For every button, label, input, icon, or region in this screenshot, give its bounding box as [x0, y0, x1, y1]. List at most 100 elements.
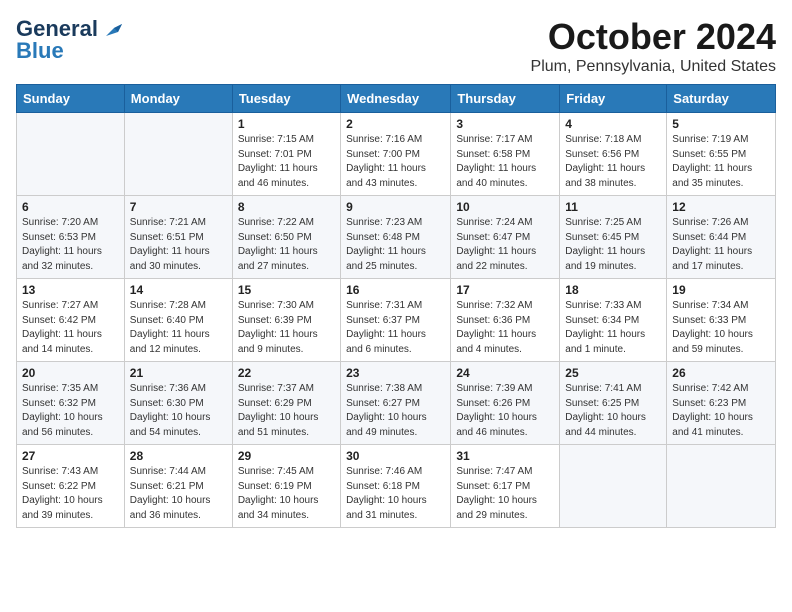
day-info: Sunrise: 7:15 AMSunset: 7:01 PMDaylight:… — [238, 133, 335, 191]
day-number: 6 — [22, 200, 119, 214]
day-number: 18 — [565, 283, 661, 297]
logo: General Blue — [16, 16, 122, 64]
calendar-cell: 7Sunrise: 7:21 AMSunset: 6:51 PMDaylight… — [124, 196, 232, 279]
calendar-cell: 31Sunrise: 7:47 AMSunset: 6:17 PMDayligh… — [451, 445, 560, 528]
calendar-cell: 5 Sunrise: 7:19 AMSunset: 6:55 PMDaylight… — [667, 113, 776, 196]
day-info: Sunrise: 7:36 AMSunset: 6:30 PMDaylight:… — [130, 382, 227, 440]
day-info: Sunrise: 7:24 AMSunset: 6:47 PMDaylight:… — [456, 216, 554, 274]
calendar-cell: 20 Sunrise: 7:35 AMSunset: 6:32 PMDayligh… — [17, 362, 125, 445]
day-info: Sunrise: 7:42 AMSunset: 6:23 PMDaylight:… — [672, 382, 770, 440]
day-info: Sunrise: 7:22 AMSunset: 6:50 PMDaylight:… — [238, 216, 335, 274]
day-number: 10 — [456, 200, 554, 214]
day-number: 9 — [346, 200, 445, 214]
calendar-cell — [124, 113, 232, 196]
day-number: 21 — [130, 366, 227, 380]
calendar-cell: 17 Sunrise: 7:32 AMSunset: 6:36 PMDayligh… — [451, 279, 560, 362]
calendar-cell: 27 Sunrise: 7:43 AMSunset: 6:22 PMDayligh… — [17, 445, 125, 528]
day-info: Sunrise: 7:19 AMSunset: 6:55 PMDaylight:… — [672, 133, 770, 191]
day-number: 27 — [22, 449, 119, 463]
calendar-cell — [667, 445, 776, 528]
day-number: 7 — [130, 200, 227, 214]
day-info: Sunrise: 7:20 AMSunset: 6:53 PMDaylight:… — [22, 216, 119, 274]
weekday-header: Monday — [124, 85, 232, 113]
day-number: 19 — [672, 283, 770, 297]
calendar-cell: 4 Sunrise: 7:18 AMSunset: 6:56 PMDaylight… — [560, 113, 667, 196]
day-info: Sunrise: 7:32 AMSunset: 6:36 PMDaylight:… — [456, 299, 554, 357]
calendar-week-row: 27 Sunrise: 7:43 AMSunset: 6:22 PMDayligh… — [17, 445, 776, 528]
day-info: Sunrise: 7:18 AMSunset: 6:56 PMDaylight:… — [565, 133, 661, 191]
day-number: 23 — [346, 366, 445, 380]
day-info: Sunrise: 7:38 AMSunset: 6:27 PMDaylight:… — [346, 382, 445, 440]
day-number: 16 — [346, 283, 445, 297]
calendar-week-row: 1 Sunrise: 7:15 AMSunset: 7:01 PMDaylight… — [17, 113, 776, 196]
calendar-cell: 2 Sunrise: 7:16 AMSunset: 7:00 PMDaylight… — [341, 113, 451, 196]
day-info: Sunrise: 7:41 AMSunset: 6:25 PMDaylight:… — [565, 382, 661, 440]
day-info: Sunrise: 7:45 AMSunset: 6:19 PMDaylight:… — [238, 465, 335, 523]
day-number: 11 — [565, 200, 661, 214]
day-number: 8 — [238, 200, 335, 214]
calendar-week-row: 20 Sunrise: 7:35 AMSunset: 6:32 PMDayligh… — [17, 362, 776, 445]
day-number: 3 — [456, 117, 554, 131]
calendar-cell: 11 Sunrise: 7:25 AMSunset: 6:45 PMDayligh… — [560, 196, 667, 279]
calendar-cell: 26 Sunrise: 7:42 AMSunset: 6:23 PMDayligh… — [667, 362, 776, 445]
calendar-cell: 22 Sunrise: 7:37 AMSunset: 6:29 PMDayligh… — [232, 362, 340, 445]
day-info: Sunrise: 7:46 AMSunset: 6:18 PMDaylight:… — [346, 465, 445, 523]
month-title: October 2024 — [531, 16, 776, 58]
logo-bird-icon — [100, 18, 122, 40]
day-info: Sunrise: 7:16 AMSunset: 7:00 PMDaylight:… — [346, 133, 445, 191]
weekday-header: Wednesday — [341, 85, 451, 113]
day-info: Sunrise: 7:39 AMSunset: 6:26 PMDaylight:… — [456, 382, 554, 440]
day-info: Sunrise: 7:44 AMSunset: 6:21 PMDaylight:… — [130, 465, 227, 523]
calendar-cell: 3Sunrise: 7:17 AMSunset: 6:58 PMDaylight… — [451, 113, 560, 196]
title-block: October 2024 Plum, Pennsylvania, United … — [531, 16, 776, 76]
day-number: 13 — [22, 283, 119, 297]
day-number: 2 — [346, 117, 445, 131]
calendar-cell: 21 Sunrise: 7:36 AMSunset: 6:30 PMDayligh… — [124, 362, 232, 445]
day-number: 22 — [238, 366, 335, 380]
logo-blue: Blue — [16, 38, 64, 64]
day-number: 28 — [130, 449, 227, 463]
day-number: 17 — [456, 283, 554, 297]
weekday-header: Saturday — [667, 85, 776, 113]
location-title: Plum, Pennsylvania, United States — [531, 58, 776, 76]
weekday-header: Thursday — [451, 85, 560, 113]
calendar-cell: 14 Sunrise: 7:28 AMSunset: 6:40 PMDayligh… — [124, 279, 232, 362]
day-info: Sunrise: 7:33 AMSunset: 6:34 PMDaylight:… — [565, 299, 661, 357]
day-info: Sunrise: 7:35 AMSunset: 6:32 PMDaylight:… — [22, 382, 119, 440]
day-number: 15 — [238, 283, 335, 297]
day-number: 20 — [22, 366, 119, 380]
day-number: 1 — [238, 117, 335, 131]
day-number: 29 — [238, 449, 335, 463]
calendar-cell: 12Sunrise: 7:26 AMSunset: 6:44 PMDayligh… — [667, 196, 776, 279]
weekday-header: Tuesday — [232, 85, 340, 113]
calendar-cell: 18 Sunrise: 7:33 AMSunset: 6:34 PMDayligh… — [560, 279, 667, 362]
day-number: 5 — [672, 117, 770, 131]
day-number: 25 — [565, 366, 661, 380]
calendar-cell: 8 Sunrise: 7:22 AMSunset: 6:50 PMDaylight… — [232, 196, 340, 279]
day-info: Sunrise: 7:37 AMSunset: 6:29 PMDaylight:… — [238, 382, 335, 440]
calendar-cell — [560, 445, 667, 528]
calendar-header-row: SundayMondayTuesdayWednesdayThursdayFrid… — [17, 85, 776, 113]
day-number: 24 — [456, 366, 554, 380]
calendar-cell: 13 Sunrise: 7:27 AMSunset: 6:42 PMDayligh… — [17, 279, 125, 362]
day-info: Sunrise: 7:31 AMSunset: 6:37 PMDaylight:… — [346, 299, 445, 357]
page-header: General Blue October 2024 Plum, Pennsylv… — [16, 16, 776, 76]
day-info: Sunrise: 7:27 AMSunset: 6:42 PMDaylight:… — [22, 299, 119, 357]
calendar-cell: 6 Sunrise: 7:20 AMSunset: 6:53 PMDaylight… — [17, 196, 125, 279]
calendar-cell: 9Sunrise: 7:23 AMSunset: 6:48 PMDaylight… — [341, 196, 451, 279]
weekday-header: Friday — [560, 85, 667, 113]
calendar-cell — [17, 113, 125, 196]
calendar-cell: 30Sunrise: 7:46 AMSunset: 6:18 PMDayligh… — [341, 445, 451, 528]
calendar-cell: 1 Sunrise: 7:15 AMSunset: 7:01 PMDaylight… — [232, 113, 340, 196]
weekday-header: Sunday — [17, 85, 125, 113]
calendar-cell: 16 Sunrise: 7:31 AMSunset: 6:37 PMDayligh… — [341, 279, 451, 362]
calendar-cell: 23 Sunrise: 7:38 AMSunset: 6:27 PMDayligh… — [341, 362, 451, 445]
day-info: Sunrise: 7:28 AMSunset: 6:40 PMDaylight:… — [130, 299, 227, 357]
day-number: 4 — [565, 117, 661, 131]
day-number: 14 — [130, 283, 227, 297]
day-info: Sunrise: 7:25 AMSunset: 6:45 PMDaylight:… — [565, 216, 661, 274]
day-info: Sunrise: 7:47 AMSunset: 6:17 PMDaylight:… — [456, 465, 554, 523]
day-info: Sunrise: 7:43 AMSunset: 6:22 PMDaylight:… — [22, 465, 119, 523]
calendar-cell: 29 Sunrise: 7:45 AMSunset: 6:19 PMDayligh… — [232, 445, 340, 528]
day-number: 26 — [672, 366, 770, 380]
